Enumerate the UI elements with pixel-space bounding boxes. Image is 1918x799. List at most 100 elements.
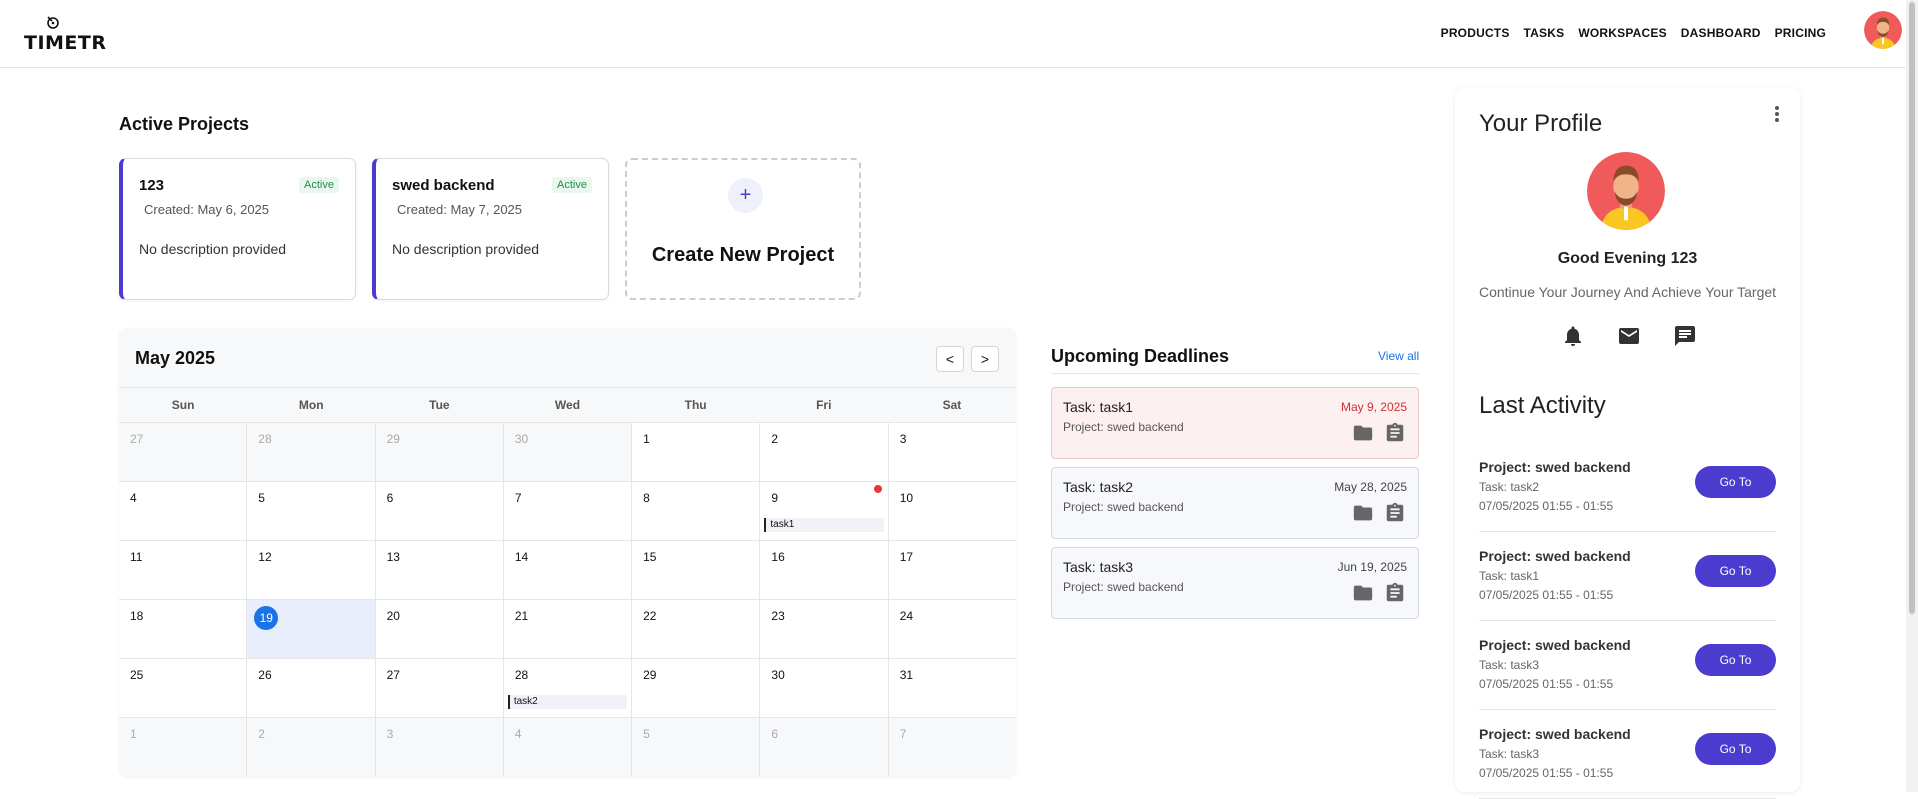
calendar-day[interactable]: 27 (119, 423, 248, 481)
day-number: 14 (514, 550, 529, 564)
calendar-day[interactable]: 18 (119, 600, 248, 658)
calendar-day[interactable]: 1 (119, 718, 248, 776)
calendar-day[interactable]: 20 (375, 600, 504, 658)
calendar-event[interactable]: task2 (507, 695, 628, 709)
calendar-day[interactable]: 2 (760, 423, 889, 481)
calendar-day[interactable]: 9 task1 (760, 482, 889, 540)
deadline-card[interactable]: Task: task3 Project: swed backend Jun 19, … (1051, 547, 1419, 619)
calendar-day[interactable]: 5 (247, 482, 376, 540)
day-number: 13 (386, 550, 400, 564)
nav-workspaces[interactable]: WORKSPACES (1578, 26, 1666, 40)
calendar-day[interactable]: 15 (632, 541, 761, 599)
project-description: No description provided (139, 241, 287, 257)
clipboard-icon[interactable] (1384, 422, 1406, 444)
calendar-day[interactable]: 3 (375, 718, 504, 776)
calendar-next-button[interactable]: > (971, 346, 999, 372)
chat-icon[interactable] (1673, 324, 1697, 348)
calendar-prev-button[interactable]: < (936, 346, 964, 372)
clipboard-icon[interactable] (1384, 502, 1406, 524)
go-to-button[interactable]: Go To (1695, 466, 1776, 498)
page-scrollbar[interactable] (1906, 0, 1918, 792)
calendar-day[interactable]: 7 (888, 718, 1016, 776)
folder-icon[interactable] (1352, 422, 1374, 444)
go-to-button[interactable]: Go To (1695, 644, 1776, 676)
day-number: 5 (258, 491, 265, 505)
calendar-event[interactable]: task1 (764, 518, 884, 532)
calendar-day[interactable]: 14 (503, 541, 633, 599)
clipboard-icon[interactable] (1384, 582, 1406, 604)
calendar-day[interactable]: 8 (632, 482, 761, 540)
calendar-day[interactable]: 5 (632, 718, 761, 776)
more-vertical-icon[interactable] (1772, 104, 1782, 124)
calendar-day[interactable]: 28 (247, 423, 376, 481)
weekday-label: Sat (942, 398, 962, 412)
calendar-day[interactable]: 29 (375, 423, 504, 481)
calendar-day[interactable]: 4 (503, 718, 633, 776)
activity-project: Project: swed backend (1479, 459, 1631, 475)
project-card[interactable]: swed backend Active Created: May 7, 2025… (372, 158, 609, 300)
deadline-card[interactable]: Task: task2 Project: swed backend May 28, … (1051, 467, 1419, 539)
calendar-day[interactable]: 6 (760, 718, 889, 776)
calendar-day-today[interactable]: 19 (247, 600, 376, 658)
calendar-day[interactable]: 7 (503, 482, 633, 540)
create-project-card[interactable]: + Create New Project (625, 158, 861, 300)
active-projects-title: Active Projects (119, 114, 250, 134)
day-number: 28 (258, 432, 272, 446)
day-number: 5 (643, 727, 650, 741)
calendar-day[interactable]: 28 task2 (503, 659, 633, 717)
nav-pricing[interactable]: PRICING (1775, 26, 1826, 40)
calendar-day[interactable]: 13 (375, 541, 504, 599)
calendar-day[interactable]: 11 (119, 541, 248, 599)
calendar-day[interactable]: 29 (632, 659, 761, 717)
calendar-day[interactable]: 27 (375, 659, 504, 717)
view-all-link[interactable]: View all (1378, 349, 1419, 363)
calendar-week-row: 27 28 29 30 1 2 3 (119, 423, 1016, 482)
month-calendar: May 2025 < > Sun Mon Tue Wed Thu Fri Sat 27 28 2… (119, 328, 1016, 776)
timetr-logo[interactable]: TIMETR (24, 14, 106, 54)
calendar-day[interactable]: 31 (888, 659, 1016, 717)
user-avatar[interactable] (1864, 11, 1902, 49)
project-card[interactable]: 123 Active Created: May 6, 2025 No descr… (119, 158, 356, 300)
deadline-project: Project: swed backend (1063, 420, 1184, 434)
calendar-day[interactable]: 30 (760, 659, 889, 717)
calendar-day[interactable]: 23 (760, 600, 889, 658)
bell-icon[interactable] (1561, 324, 1585, 348)
day-number: 11 (130, 550, 143, 564)
calendar-day[interactable]: 12 (247, 541, 376, 599)
day-number: 12 (258, 550, 272, 564)
weekday-header-row: Sun Mon Tue Wed Thu Fri Sat (119, 387, 1016, 423)
plus-icon: + (728, 178, 763, 213)
nav-products[interactable]: PRODUCTS (1441, 26, 1510, 40)
scrollbar-thumb[interactable] (1909, 2, 1915, 614)
calendar-day[interactable]: 30 (503, 423, 633, 481)
nav-tasks[interactable]: TASKS (1524, 26, 1565, 40)
calendar-week-row: 25 26 27 28 task2 29 30 31 (119, 659, 1016, 718)
day-number: 3 (899, 432, 907, 446)
calendar-day[interactable]: 3 (888, 423, 1016, 481)
nav-dashboard[interactable]: DASHBOARD (1681, 26, 1761, 40)
folder-icon[interactable] (1352, 582, 1374, 604)
deadline-card[interactable]: Task: task1 Project: swed backend May 9, 2… (1051, 387, 1419, 459)
calendar-day[interactable]: 4 (119, 482, 248, 540)
calendar-day[interactable]: 25 (119, 659, 248, 717)
calendar-day[interactable]: 10 (888, 482, 1016, 540)
mail-icon[interactable] (1617, 324, 1641, 348)
calendar-day[interactable]: 17 (888, 541, 1016, 599)
calendar-day[interactable]: 21 (503, 600, 633, 658)
top-header: TIMETR PRODUCTS TASKS WORKSPACES DASHBOA… (0, 0, 1918, 68)
calendar-day[interactable]: 26 (247, 659, 376, 717)
day-number: 17 (899, 550, 914, 564)
folder-icon[interactable] (1352, 502, 1374, 524)
go-to-button[interactable]: Go To (1695, 733, 1776, 765)
calendar-day[interactable]: 24 (888, 600, 1016, 658)
calendar-day[interactable]: 6 (375, 482, 504, 540)
calendar-day[interactable]: 2 (247, 718, 376, 776)
day-number: 30 (771, 668, 785, 682)
calendar-day[interactable]: 16 (760, 541, 889, 599)
weekday-label: Fri (816, 398, 832, 412)
go-to-button[interactable]: Go To (1695, 555, 1776, 587)
calendar-day[interactable]: 1 (632, 423, 761, 481)
deadline-date: May 28, 2025 (1334, 480, 1407, 494)
calendar-day[interactable]: 22 (632, 600, 761, 658)
calendar-week-row: 4 5 6 7 8 9 task1 10 (119, 482, 1016, 541)
